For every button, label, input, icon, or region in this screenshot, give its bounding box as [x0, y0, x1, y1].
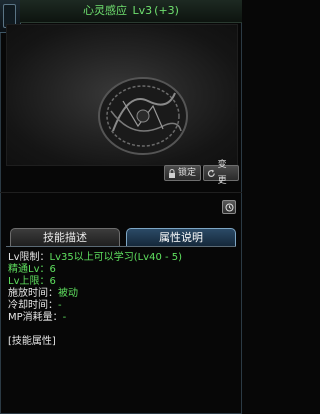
cast-time-value: 被动 — [58, 288, 78, 299]
tab-attribute-info[interactable]: 属性说明 — [126, 228, 236, 246]
skill-title-bar: 心灵感应 Lv3 (+3) — [20, 0, 242, 23]
mp-cost-row: MP消耗量：- — [8, 312, 234, 324]
tab-underline — [6, 246, 236, 247]
skill-icon-panel — [6, 24, 238, 166]
cooldown-row: 冷却时间：- — [8, 300, 234, 312]
level-limit-value: Lv35以上可以学习(Lv40 - 5) — [49, 252, 183, 263]
settings-toggle-button[interactable] — [222, 200, 236, 214]
lock-button[interactable]: 锁定 — [164, 165, 201, 181]
cooldown-value: - — [58, 300, 62, 311]
skill-level-bonus: (+3) — [154, 4, 179, 17]
attribute-content: Lv限制：Lv35以上可以学习(Lv40 - 5) 精通Lv：6 Lv上限：6 … — [8, 252, 234, 410]
cooldown-label: 冷却时间： — [8, 300, 58, 311]
refresh-icon — [207, 169, 215, 177]
level-limit-row: Lv限制：Lv35以上可以学习(Lv40 - 5) — [8, 252, 234, 264]
tab-skill-description[interactable]: 技能描述 — [10, 228, 120, 246]
skill-name: 心灵感应 — [83, 4, 128, 17]
clock-icon — [225, 203, 233, 211]
lock-icon — [169, 168, 175, 178]
mastery-value: 6 — [49, 264, 56, 275]
mastery-label: 精通Lv： — [8, 264, 50, 275]
lock-label: 锁定 — [178, 168, 197, 178]
skill-emblem-icon — [98, 77, 188, 155]
mp-cost-label: MP消耗量： — [8, 312, 63, 323]
skill-level: Lv3 — [132, 4, 153, 17]
change-label: 变更 — [217, 160, 227, 186]
section-divider — [0, 192, 242, 193]
max-level-label: Lv上限： — [8, 276, 50, 287]
max-level-value: 6 — [49, 276, 56, 287]
level-limit-label: Lv限制： — [8, 252, 50, 263]
mp-cost-value: - — [62, 312, 67, 323]
cast-time-label: 施放时间： — [8, 288, 58, 299]
change-button[interactable]: 变更 — [203, 160, 239, 186]
cast-time-row: 施放时间：被动 — [8, 288, 234, 300]
mastery-row: 精通Lv：6 — [8, 264, 234, 276]
max-level-row: Lv上限：6 — [8, 276, 234, 288]
skill-attribute-heading: [技能属性] — [8, 336, 56, 347]
